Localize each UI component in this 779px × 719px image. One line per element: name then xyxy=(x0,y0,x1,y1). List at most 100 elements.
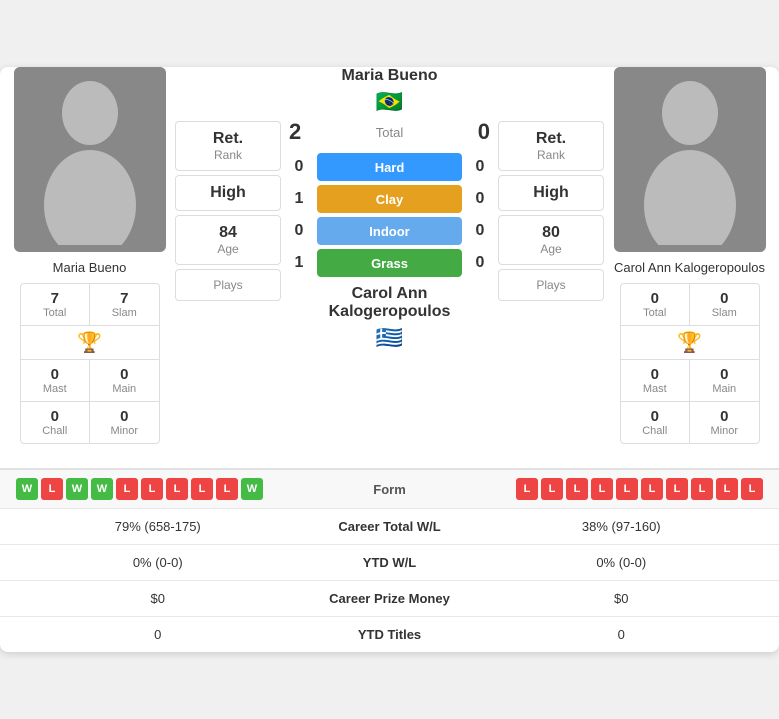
prize-money-row: $0 Career Prize Money $0 xyxy=(0,581,779,617)
right-minor-cell: 0 Minor xyxy=(690,402,759,443)
ytd-titles-label: YTD Titles xyxy=(300,627,480,642)
right-total-cell: 0 Total xyxy=(621,284,691,325)
right-chall-cell: 0 Chall xyxy=(621,402,691,443)
left-total-val: 7 xyxy=(23,290,88,307)
left-high-val: High xyxy=(210,184,246,202)
right-rank-block: Ret. Rank xyxy=(498,121,604,171)
right-form-badge-6: L xyxy=(641,478,663,500)
right-total-score: 0 xyxy=(478,119,490,145)
left-rank-lbl: Rank xyxy=(214,148,242,162)
right-high-block: High xyxy=(498,175,604,211)
left-form-badge-2: L xyxy=(41,478,63,500)
left-rank-block: Ret. Rank xyxy=(175,121,281,171)
ytd-wl-row: 0% (0-0) YTD W/L 0% (0-0) xyxy=(0,545,779,581)
right-age-val: 80 xyxy=(542,224,560,242)
right-form-badge-9: L xyxy=(716,478,738,500)
center-column: Maria Bueno 🇧🇷 2 Total 0 0 Hard 0 1 xyxy=(285,67,494,460)
grass-left-score: 1 xyxy=(289,254,309,272)
right-plays-lbl: Plays xyxy=(536,278,565,292)
left-high-block: High xyxy=(175,175,281,211)
left-high-row: High xyxy=(176,176,280,210)
right-age-lbl: Age xyxy=(540,242,561,256)
left-total-score: 2 xyxy=(289,119,301,145)
right-stats-col: Ret. Rank High 80 Age Plays xyxy=(494,67,604,460)
right-form-badge-3: L xyxy=(566,478,588,500)
left-form-badge-3: W xyxy=(66,478,88,500)
right-form-badge-8: L xyxy=(691,478,713,500)
total-label: Total xyxy=(376,125,403,140)
right-mast-val: 0 xyxy=(623,366,688,383)
ytd-wl-right: 0% (0-0) xyxy=(480,555,764,570)
left-trophy-icon: 🏆 xyxy=(77,330,102,355)
form-row: W L W W L L L L L W Form L L L L L L L L xyxy=(0,470,779,509)
hard-left-score: 0 xyxy=(289,158,309,176)
right-rank-val: Ret. xyxy=(536,130,566,148)
indoor-left-score: 0 xyxy=(289,222,309,240)
right-total-val: 0 xyxy=(623,290,688,307)
left-form-badge-1: W xyxy=(16,478,38,500)
left-titles-block: 7 Total 7 Slam 🏆 0 Mast xyxy=(20,283,160,444)
left-form-badge-4: W xyxy=(91,478,113,500)
left-flag: 🇧🇷 xyxy=(376,89,403,115)
right-player-name: Carol Ann Kalogeropoulos xyxy=(614,260,765,275)
left-rank-row: Ret. Rank xyxy=(176,122,280,170)
hard-row: 0 Hard 0 xyxy=(289,153,490,181)
left-main-cell: 0 Main xyxy=(90,360,159,401)
left-slam-lbl: Slam xyxy=(112,307,137,319)
right-form-badge-4: L xyxy=(591,478,613,500)
prize-money-label: Career Prize Money xyxy=(300,591,480,606)
left-minor-val: 0 xyxy=(92,408,157,425)
indoor-btn: Indoor xyxy=(317,217,462,245)
left-main-lbl: Main xyxy=(112,383,136,395)
left-mast-lbl: Mast xyxy=(43,383,67,395)
career-total-right: 38% (97-160) xyxy=(480,519,764,534)
left-header-name: Maria Bueno xyxy=(341,67,437,85)
left-age-lbl: Age xyxy=(217,242,238,256)
left-form-badge-5: L xyxy=(116,478,138,500)
left-slam-val: 7 xyxy=(92,290,157,307)
left-form-badge-6: L xyxy=(141,478,163,500)
left-player-photo xyxy=(14,67,166,252)
clay-row: 1 Clay 0 xyxy=(289,185,490,213)
left-rank-val: Ret. xyxy=(213,130,243,148)
right-mast-cell: 0 Mast xyxy=(621,360,691,401)
indoor-right-score: 0 xyxy=(470,222,490,240)
right-total-lbl: Total xyxy=(643,307,666,319)
right-form-badge-5: L xyxy=(616,478,638,500)
left-chall-val: 0 xyxy=(23,408,88,425)
right-form-badge-10: L xyxy=(741,478,763,500)
right-form-badge-2: L xyxy=(541,478,563,500)
clay-right-score: 0 xyxy=(470,190,490,208)
right-high-row: High xyxy=(499,176,603,210)
right-plays-row: Plays xyxy=(499,270,603,300)
career-total-row: 79% (658-175) Career Total W/L 38% (97-1… xyxy=(0,509,779,545)
right-main-lbl: Main xyxy=(712,383,736,395)
right-chall-val: 0 xyxy=(623,408,688,425)
left-age-block: 84 Age xyxy=(175,215,281,265)
ytd-titles-left: 0 xyxy=(16,627,300,642)
right-slam-val: 0 xyxy=(692,290,757,307)
left-mast-cell: 0 Mast xyxy=(21,360,91,401)
hard-btn: Hard xyxy=(317,153,462,181)
right-form-badge-7: L xyxy=(666,478,688,500)
left-slam-cell: 7 Slam xyxy=(90,284,159,325)
right-plays-block: Plays xyxy=(498,269,604,301)
left-minor-cell: 0 Minor xyxy=(90,402,159,443)
right-chall-lbl: Chall xyxy=(642,425,667,437)
left-chall-lbl: Chall xyxy=(42,425,67,437)
career-total-left: 79% (658-175) xyxy=(16,519,300,534)
right-player-header: Carol Ann Kalogeropoulos 🇬🇷 xyxy=(289,285,490,351)
right-mast-lbl: Mast xyxy=(643,383,667,395)
right-slam-cell: 0 Slam xyxy=(690,284,759,325)
form-label: Form xyxy=(330,482,450,497)
right-header-name: Carol Ann Kalogeropoulos xyxy=(289,285,490,321)
left-player-column: Maria Bueno 7 Total 7 Slam 🏆 xyxy=(0,67,175,460)
prize-money-right: $0 xyxy=(480,591,764,606)
left-total-cell: 7 Total xyxy=(21,284,91,325)
grass-row: 1 Grass 0 xyxy=(289,249,490,277)
left-plays-lbl: Plays xyxy=(213,278,242,292)
right-age-row: 80 Age xyxy=(499,216,603,264)
ytd-wl-left: 0% (0-0) xyxy=(16,555,300,570)
prize-money-left: $0 xyxy=(16,591,300,606)
left-plays-block: Plays xyxy=(175,269,281,301)
